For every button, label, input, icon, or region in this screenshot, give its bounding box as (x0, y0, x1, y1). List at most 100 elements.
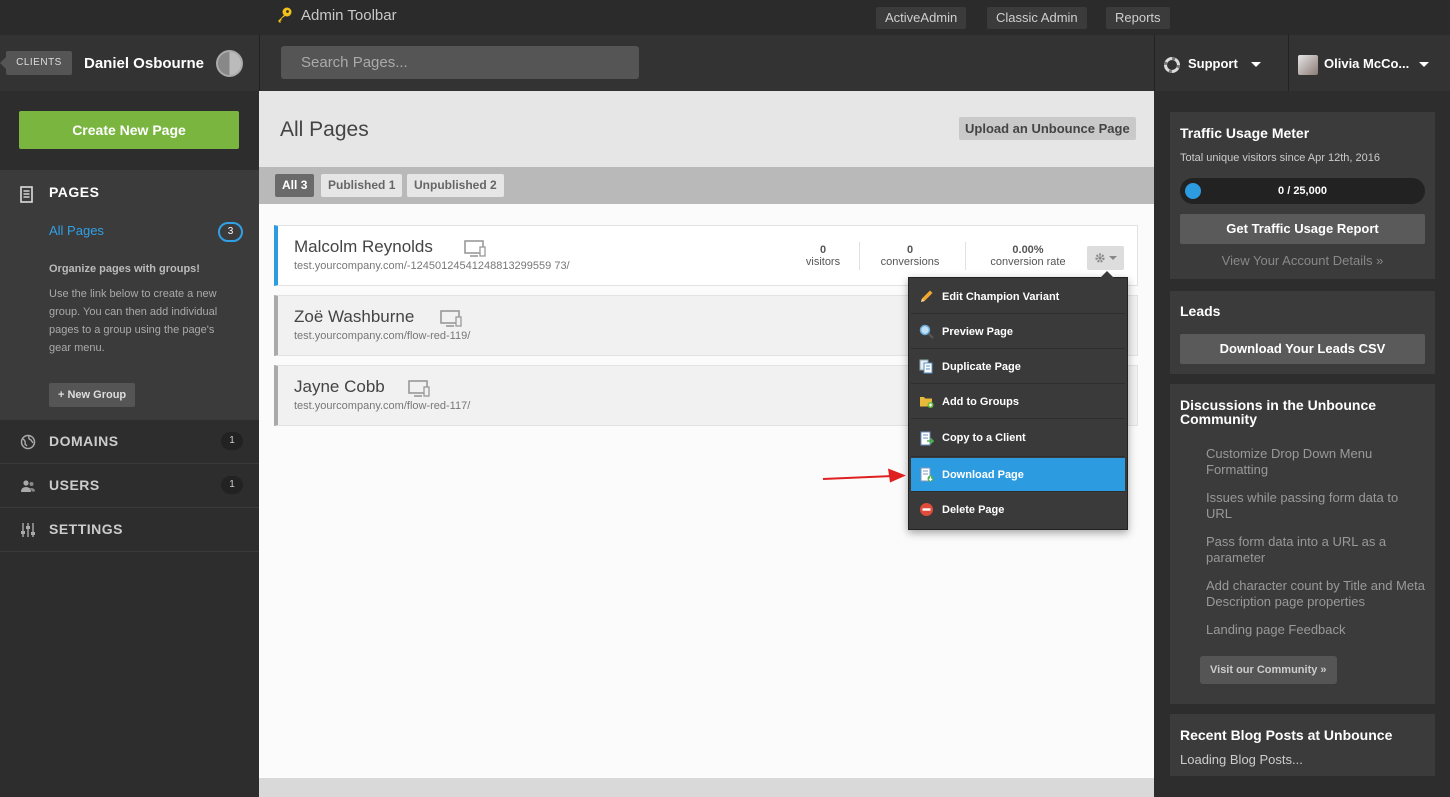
users-icon (21, 480, 35, 492)
pencil-icon (921, 290, 933, 302)
pages-icon (20, 186, 33, 203)
visitors-label: visitors (805, 256, 841, 268)
page-url[interactable]: test.yourcompany.com/flow-red-119/ (294, 330, 470, 342)
download-icon (920, 467, 934, 482)
filter-count: 3 (300, 178, 308, 192)
groups-help-text: Use the link below to create a new group… (49, 288, 218, 354)
page-url[interactable]: test.yourcompany.com/flow-red-117/ (294, 400, 470, 412)
discussion-link[interactable]: Issues while passing form data to URL (1206, 490, 1426, 522)
page-title: All Pages (280, 118, 369, 141)
desktop-icon (464, 240, 486, 257)
menu-item-download-page[interactable]: Download Page (911, 458, 1125, 492)
delete-icon (920, 503, 933, 516)
classic-admin-link[interactable]: Classic Admin (987, 7, 1087, 29)
menu-item-label: Copy to a Client (942, 432, 1026, 444)
discussion-link[interactable]: Landing page Feedback (1206, 622, 1426, 638)
sliders-icon (21, 523, 35, 537)
client-avatar[interactable] (216, 50, 243, 77)
menu-item-add-to-groups[interactable]: Add to Groups (911, 385, 1125, 419)
blog-loading-text: Loading Blog Posts... (1180, 752, 1303, 767)
filter-count: 1 (388, 178, 396, 192)
discussion-link[interactable]: Pass form data into a URL as a parameter (1206, 534, 1426, 566)
menu-item-edit-champion[interactable]: Edit Champion Variant (911, 280, 1125, 314)
filter-label: Unpublished (414, 178, 487, 192)
conversions-label: conversions (880, 256, 940, 268)
copy-client-icon (920, 431, 934, 446)
user-menu-dropdown[interactable]: Olivia McCo... (1298, 53, 1429, 75)
download-leads-csv-button[interactable]: Download Your Leads CSV (1180, 334, 1425, 364)
gear-dropdown-menu: Edit Champion Variant Preview Page Dupli… (908, 271, 1128, 530)
header-divider (1154, 35, 1155, 91)
sidebar-item-label: DOMAINS (49, 433, 119, 449)
pages-heading[interactable]: PAGES (49, 184, 99, 200)
sidebar-item-label: SETTINGS (49, 521, 124, 537)
clients-back-button[interactable]: CLIENTS (0, 51, 72, 75)
client-name: Daniel Osbourne (84, 55, 205, 72)
filter-count: 2 (490, 178, 497, 192)
get-traffic-report-button[interactable]: Get Traffic Usage Report (1180, 214, 1425, 244)
folder-icon (920, 397, 934, 408)
sidebar-item-label: USERS (49, 477, 100, 493)
visit-community-button[interactable]: Visit our Community » (1200, 656, 1337, 684)
users-count-badge: 1 (221, 476, 243, 494)
chevron-down-icon (1251, 62, 1262, 68)
create-new-page-button[interactable]: Create New Page (19, 111, 239, 149)
widget-title: Recent Blog Posts at Unbounce (1180, 727, 1393, 743)
admin-toolbar-title: Admin Toolbar (301, 7, 397, 24)
lifebuoy-icon (1164, 56, 1180, 73)
page-url[interactable]: test.yourcompany.com/-124501245412488132… (294, 260, 570, 272)
stat-divider (859, 242, 860, 270)
discussion-link[interactable]: Customize Drop Down Menu Formatting (1206, 446, 1426, 478)
widget-title: Traffic Usage Meter (1180, 125, 1310, 141)
desktop-icon (440, 310, 462, 327)
reports-link[interactable]: Reports (1106, 7, 1170, 29)
visitors-stat: 0 visitors (798, 244, 848, 268)
traffic-subtitle: Total unique visitors since Apr 12th, 20… (1180, 152, 1380, 164)
page-name[interactable]: Jayne Cobb (294, 377, 385, 397)
main-footer (259, 778, 1154, 797)
sidebar-item-domains[interactable]: DOMAINS 1 (0, 420, 259, 464)
meter-text: 0 / 25,000 (1278, 185, 1327, 197)
menu-item-label: Delete Page (942, 504, 1005, 516)
menu-item-duplicate-page[interactable]: Duplicate Page (911, 350, 1125, 384)
filter-label: Published (328, 178, 386, 192)
discussion-link[interactable]: Add character count by Title and Meta De… (1206, 578, 1426, 610)
search-input[interactable] (281, 46, 639, 79)
view-account-details-link[interactable]: View Your Account Details » (1180, 253, 1425, 268)
all-pages-count-badge: 3 (218, 222, 243, 242)
header-divider (259, 35, 260, 91)
support-label: Support (1188, 56, 1238, 71)
upload-page-button[interactable]: Upload an Unbounce Page (959, 117, 1136, 140)
filter-tab-published[interactable]: Published 1 (321, 174, 403, 197)
admin-toolbar (0, 0, 1450, 35)
activeadmin-link[interactable]: ActiveAdmin (876, 7, 967, 29)
conversion-rate-stat: 0.00% conversion rate (978, 244, 1078, 268)
menu-item-label: Preview Page (942, 326, 1013, 338)
desktop-icon (408, 380, 430, 397)
sidebar-item-settings[interactable]: SETTINGS (0, 508, 259, 552)
conversion-rate-value: 0.00% (1012, 244, 1044, 256)
visitors-value: 0 (819, 244, 827, 256)
filter-tab-all[interactable]: All 3 (275, 174, 315, 197)
menu-item-label: Add to Groups (942, 396, 1019, 408)
menu-item-copy-to-client[interactable]: Copy to a Client (911, 420, 1125, 457)
support-dropdown[interactable]: Support (1164, 54, 1262, 74)
widget-title: Discussions in the Unbounce Community (1180, 397, 1377, 427)
sidebar-item-all-pages[interactable]: All Pages (49, 223, 104, 238)
sidebar-item-users[interactable]: USERS 1 (0, 464, 259, 508)
menu-item-preview-page[interactable]: Preview Page (911, 315, 1125, 349)
globe-icon (20, 434, 36, 450)
conversions-stat: 0 conversions (875, 244, 945, 268)
gear-menu-button[interactable] (1087, 246, 1124, 270)
menu-item-label: Duplicate Page (942, 361, 1021, 373)
magnifier-icon (919, 324, 934, 339)
conversions-value: 0 (906, 244, 914, 256)
page-name[interactable]: Zoë Washburne (294, 307, 414, 327)
page-name[interactable]: Malcolm Reynolds (294, 237, 433, 257)
gear-icon (1095, 253, 1105, 263)
duplicate-icon (919, 359, 933, 374)
menu-item-delete-page[interactable]: Delete Page (911, 493, 1125, 527)
filter-tab-unpublished[interactable]: Unpublished 2 (407, 174, 504, 197)
conversion-rate-label: conversion rate (990, 256, 1066, 268)
new-group-button[interactable]: + New Group (49, 383, 136, 407)
